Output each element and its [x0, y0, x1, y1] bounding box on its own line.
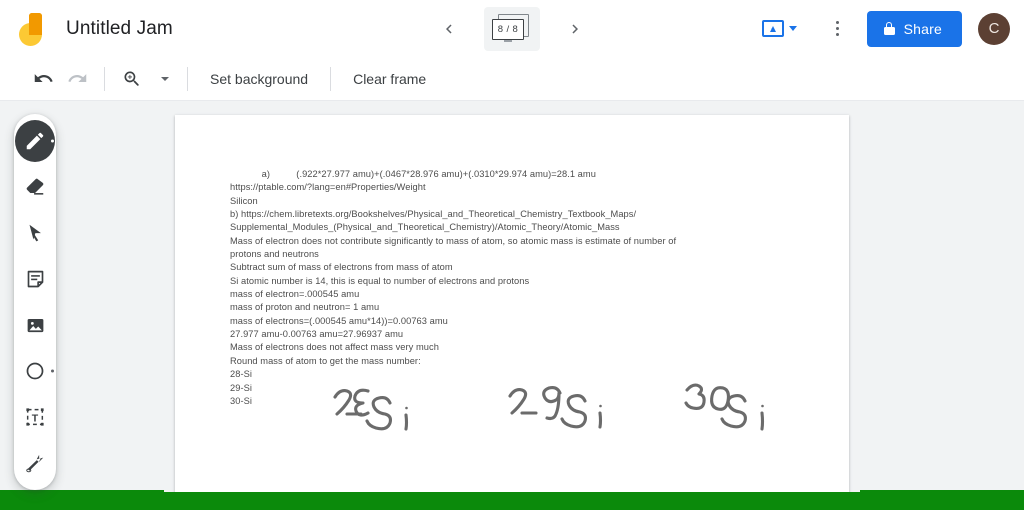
present-button[interactable] — [755, 12, 805, 46]
redo-button[interactable] — [60, 62, 94, 96]
redo-icon — [67, 74, 86, 82]
more-options-button[interactable] — [821, 12, 855, 46]
pen-icon — [26, 132, 44, 150]
jamboard-app: Untitled Jam 8 / 8 Share C Set backgroun… — [0, 0, 1024, 510]
jam-canvas[interactable]: a) (.922*27.977 amu)+(.0467*28.976 amu)+… — [175, 115, 849, 495]
chevron-down-icon[interactable] — [788, 26, 797, 31]
canvas-text-block[interactable]: a) (.922*27.977 amu)+(.0467*28.976 amu)+… — [230, 168, 840, 408]
bottom-bar-center — [164, 492, 860, 510]
frame-counter-button[interactable]: 8 / 8 — [484, 6, 540, 51]
toolbar-divider — [187, 66, 188, 91]
select-tool[interactable] — [15, 212, 55, 254]
laser-tool[interactable] — [15, 442, 55, 484]
bottom-bar-left — [0, 490, 164, 510]
edit-toolbar: Set background Clear frame — [0, 57, 1024, 101]
laser-pointer-icon — [26, 454, 44, 473]
text-box-tool[interactable]: T — [15, 396, 55, 438]
sticky-note-tool[interactable] — [15, 258, 55, 300]
previous-frame-button[interactable] — [432, 12, 466, 46]
avatar[interactable]: C — [978, 12, 1010, 45]
kebab-dot — [835, 20, 840, 25]
toolbar-divider — [104, 66, 105, 91]
kebab-dot — [835, 32, 840, 37]
bottom-bar-right — [860, 490, 1024, 510]
shape-tool[interactable] — [15, 350, 55, 392]
present-to-screen-icon — [761, 20, 784, 37]
eraser-tool[interactable] — [15, 166, 55, 208]
image-tool[interactable] — [15, 304, 55, 346]
jam-title[interactable]: Untitled Jam — [66, 18, 173, 40]
tool-rail: T — [14, 114, 56, 490]
next-frame-button[interactable] — [558, 12, 592, 46]
pen-tool[interactable] — [15, 120, 55, 162]
undo-icon — [34, 74, 53, 82]
zoom-button[interactable] — [115, 62, 149, 96]
svg-text:T: T — [32, 413, 39, 425]
pen-submenu-indicator[interactable] — [51, 139, 54, 143]
sticky-note-icon — [27, 270, 43, 287]
lock-icon — [883, 22, 895, 35]
toolbar-divider — [330, 66, 332, 91]
avatar-initial: C — [988, 20, 1000, 37]
jamboard-logo-icon — [16, 12, 50, 46]
image-icon — [27, 318, 43, 332]
undo-button[interactable] — [26, 62, 60, 96]
frame-stack-icon: 8 / 8 — [491, 13, 533, 44]
kebab-dot — [835, 26, 840, 31]
frame-counter-label: 8 / 8 — [497, 23, 519, 35]
share-button-label: Share — [903, 20, 942, 37]
eraser-icon — [26, 178, 44, 195]
zoom-dropdown-caret-icon[interactable] — [161, 76, 169, 81]
cursor-arrow-icon — [29, 224, 41, 242]
chevron-left-icon — [446, 24, 452, 33]
clear-frame-button[interactable]: Clear frame — [341, 63, 438, 95]
share-button[interactable]: Share — [866, 10, 962, 47]
top-bar: Untitled Jam 8 / 8 Share C — [0, 0, 1024, 57]
text-box-icon: T — [26, 408, 44, 426]
circle-shape-icon — [26, 362, 44, 380]
set-background-button[interactable]: Set background — [198, 63, 320, 95]
chevron-right-icon — [572, 24, 578, 33]
shape-submenu-indicator[interactable] — [51, 369, 54, 373]
zoom-in-icon — [124, 70, 139, 86]
top-bar-right-controls: Share C — [755, 0, 1010, 57]
